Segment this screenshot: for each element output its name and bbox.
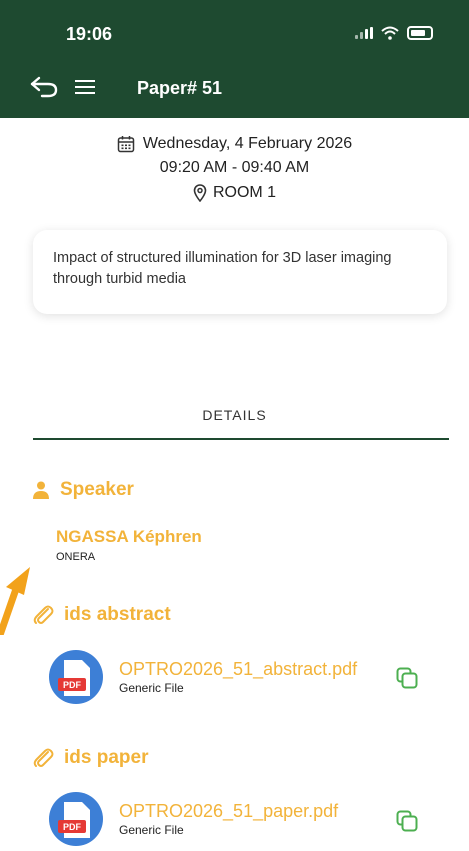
- paper-file[interactable]: PDF OPTRO2026_51_paper.pdf Generic File: [49, 792, 338, 846]
- pdf-badge-label: PDF: [63, 680, 82, 690]
- room-row: ROOM 1: [0, 184, 469, 207]
- paper-file-name[interactable]: OPTRO2026_51_paper.pdf: [119, 801, 338, 821]
- pdf-file-icon: PDF: [49, 792, 103, 846]
- paper-heading-label: ids paper: [64, 747, 149, 768]
- abstract-file-type: Generic File: [119, 681, 184, 695]
- abstract-file-name[interactable]: OPTRO2026_51_abstract.pdf: [119, 659, 357, 679]
- battery-icon: [407, 26, 433, 40]
- wifi-icon: [381, 26, 399, 40]
- calendar-icon: [117, 136, 135, 153]
- arrow-icon: [0, 567, 30, 635]
- session-time: 09:20 AM - 09:40 AM: [159, 159, 310, 176]
- speaker-heading-label: Speaker: [60, 479, 134, 500]
- session-room: ROOM 1: [212, 184, 277, 201]
- paperclip-icon: [33, 748, 54, 767]
- menu-icon[interactable]: [75, 80, 95, 94]
- location-pin-icon: [193, 184, 207, 202]
- paper-title-card: Impact of structured illumination for 3D…: [33, 230, 447, 314]
- app-header: 19:06 Paper# 51: [0, 0, 469, 118]
- back-icon[interactable]: [30, 76, 58, 98]
- paperclip-icon: [33, 605, 54, 624]
- pdf-badge-label: PDF: [63, 822, 82, 832]
- person-icon: [33, 481, 49, 499]
- pdf-file-icon: PDF: [49, 650, 103, 704]
- abstract-heading-label: ids abstract: [64, 604, 171, 625]
- date-row: Wednesday, 4 February 2026: [0, 135, 469, 158]
- abstract-heading: ids abstract: [32, 604, 171, 626]
- session-date: Wednesday, 4 February 2026: [142, 135, 353, 152]
- speaker-affiliation: ONERA: [56, 551, 96, 563]
- status-time: 19:06: [66, 24, 113, 44]
- signal-icon: [355, 27, 373, 39]
- paper-heading: ids paper: [32, 747, 148, 769]
- paper-file-type: Generic File: [119, 823, 184, 837]
- copy-icon[interactable]: [396, 810, 418, 832]
- status-icons: [355, 26, 433, 40]
- speaker-heading: Speaker: [32, 479, 134, 501]
- abstract-file[interactable]: PDF OPTRO2026_51_abstract.pdf Generic Fi…: [49, 650, 357, 704]
- copy-icon[interactable]: [396, 667, 418, 689]
- tab-indicator: [33, 438, 449, 440]
- tab-details[interactable]: DETAILS: [0, 407, 469, 423]
- page-title: Paper# 51: [137, 78, 223, 98]
- speaker-name[interactable]: NGASSA Képhren: [56, 527, 202, 547]
- paper-title: Impact of structured illumination for 3D…: [53, 250, 392, 287]
